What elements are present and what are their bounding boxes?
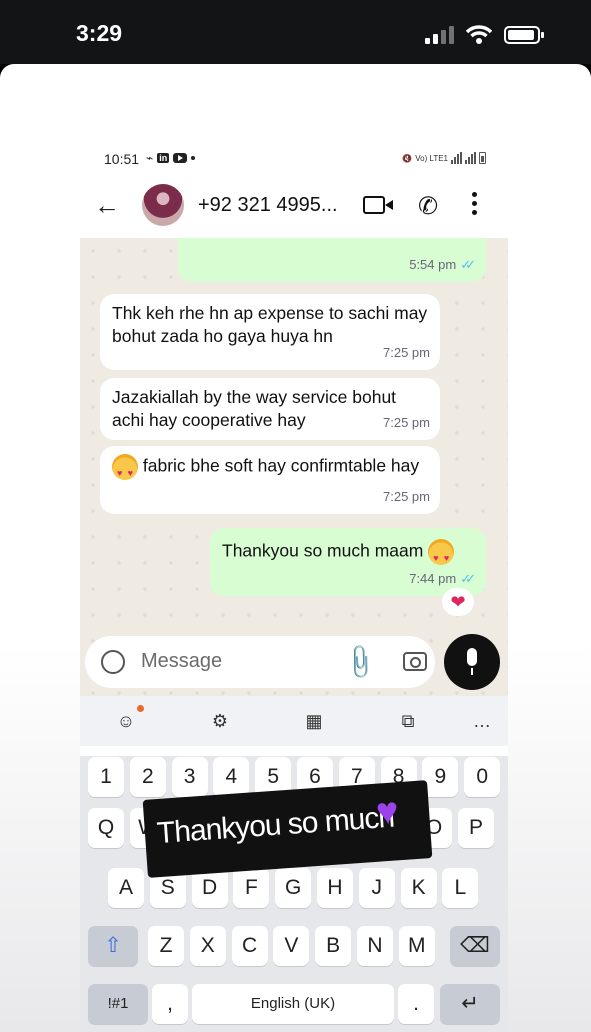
linkedin-icon: in [157, 153, 170, 163]
contact-name[interactable]: +92 321 4995... [198, 194, 338, 217]
android-status-bar: 10:51 ⌁ in 🔇 Vo) LTE1 [80, 144, 508, 174]
message-bubble-incoming[interactable]: fabric bhe soft hay confirmtable hay 7:2… [100, 446, 440, 514]
story-text: Thankyou so much [155, 800, 396, 851]
key-k[interactable]: K [400, 868, 437, 908]
back-arrow-icon[interactable]: ← [94, 192, 120, 218]
key-f[interactable]: F [233, 868, 270, 908]
keyboard-toolbar: ☺ ⚙ ▦ ⧉ … [80, 696, 508, 746]
key-p[interactable]: P [458, 808, 494, 848]
smiling-face-with-hearts-icon [428, 539, 455, 570]
message-text: fabric bhe soft hay confirmtable hay [112, 454, 432, 485]
purple-heart-icon: ♥ [374, 790, 401, 834]
settings-gear-icon[interactable]: ⚙ [208, 709, 232, 733]
more-notifications-dot [191, 156, 196, 160]
message-text: Thankyou so much maam [222, 536, 474, 570]
more-icon[interactable]: … [470, 709, 494, 733]
period-key[interactable]: . [398, 984, 434, 1024]
cellular-signal-icon [425, 26, 457, 44]
key-m[interactable]: M [398, 926, 435, 966]
more-options-icon[interactable] [472, 192, 478, 218]
key-2[interactable]: 2 [129, 757, 166, 797]
key-0[interactable]: 0 [464, 757, 501, 797]
comma-key[interactable]: , [152, 984, 188, 1024]
key-b[interactable]: B [315, 926, 352, 966]
key-l[interactable]: L [442, 868, 479, 908]
chat-header: ← +92 321 4995... ✆ [80, 174, 508, 238]
key-g[interactable]: G [275, 868, 312, 908]
key-j[interactable]: J [358, 868, 395, 908]
camera-icon[interactable] [403, 652, 427, 671]
ios-clock: 3:29 [76, 20, 123, 46]
sticker-icon[interactable] [101, 650, 125, 674]
message-bubble-incoming[interactable]: Thk keh rhe hn ap expense to sachi may b… [100, 294, 440, 370]
message-input[interactable]: Message 📎 [85, 636, 435, 688]
chat-area[interactable]: 5:54 pm ✓✓ Thk keh rhe hn ap expense to s… [80, 238, 508, 698]
key-q[interactable]: Q [88, 808, 124, 848]
heart-reaction-icon[interactable]: ❤ [442, 588, 474, 616]
notification-dot [137, 705, 144, 712]
key-3[interactable]: 3 [171, 757, 208, 797]
android-clock: 10:51 [104, 151, 140, 167]
key-z[interactable]: Z [148, 926, 184, 966]
message-bubble-outgoing[interactable]: 5:54 pm ✓✓ [178, 238, 486, 282]
message-time: 7:44 pm ✓✓ [409, 567, 476, 590]
translate-icon[interactable]: ⧉ [396, 709, 420, 733]
video-call-icon[interactable] [363, 196, 393, 214]
mute-icon: 🔇 [402, 153, 413, 163]
message-bubble-outgoing[interactable]: Thankyou so much maam 7:44 pm✓✓ [210, 528, 486, 596]
youtube-icon [173, 153, 188, 163]
clipboard-icon[interactable]: ▦ [302, 709, 326, 733]
key-1[interactable]: 1 [88, 757, 124, 797]
link-icon: ⌁ [146, 151, 154, 165]
key-4[interactable]: 4 [213, 757, 250, 797]
message-bubble-incoming[interactable]: Jazakiallah by the way service bohut ach… [100, 378, 440, 440]
embedded-screenshot: 10:51 ⌁ in 🔇 Vo) LTE1 ← +92 321 4995... … [80, 144, 508, 1032]
space-key[interactable]: English (UK) [192, 984, 394, 1024]
read-receipt-icon: ✓✓ [460, 257, 476, 272]
phone-call-icon[interactable]: ✆ [418, 192, 438, 221]
shift-key[interactable]: ⇧ [88, 926, 138, 966]
message-composer: Message 📎 [80, 634, 508, 692]
message-time: 7:25 pm [383, 345, 430, 360]
backspace-key[interactable]: ⌫ [450, 926, 500, 966]
android-battery-icon [479, 152, 486, 164]
message-time: 7:25 pm [383, 415, 430, 430]
message-time: 7:25 pm [383, 489, 430, 504]
key-a[interactable]: A [108, 868, 144, 908]
key-n[interactable]: N [357, 926, 393, 966]
key-h[interactable]: H [317, 868, 353, 908]
voice-message-button[interactable] [444, 634, 500, 690]
read-receipt-icon: ✓✓ [460, 571, 476, 586]
battery-icon [504, 26, 544, 44]
enter-key[interactable]: ↵ [440, 984, 500, 1024]
emoji-icon[interactable]: ☺ [114, 709, 138, 733]
key-c[interactable]: C [231, 926, 268, 966]
smiling-face-with-hearts-icon [112, 454, 138, 485]
key-v[interactable]: V [273, 926, 310, 966]
contact-avatar[interactable] [142, 184, 184, 226]
message-placeholder: Message [141, 650, 223, 672]
network-label: Vo) LTE1 [415, 153, 448, 163]
key-9[interactable]: 9 [422, 757, 459, 797]
signal-icon [451, 152, 462, 164]
wifi-icon [466, 25, 492, 44]
notification-icons: ⌁ in [146, 151, 196, 165]
attach-icon[interactable]: 📎 [339, 642, 381, 683]
system-icons: 🔇 Vo) LTE1 [402, 152, 486, 164]
ios-status-bar: 3:29 [0, 0, 591, 64]
message-time: 5:54 pm ✓✓ [409, 253, 476, 276]
key-x[interactable]: X [189, 926, 226, 966]
symbols-key[interactable]: !#1 [88, 984, 148, 1024]
signal-icon-2 [465, 152, 476, 164]
